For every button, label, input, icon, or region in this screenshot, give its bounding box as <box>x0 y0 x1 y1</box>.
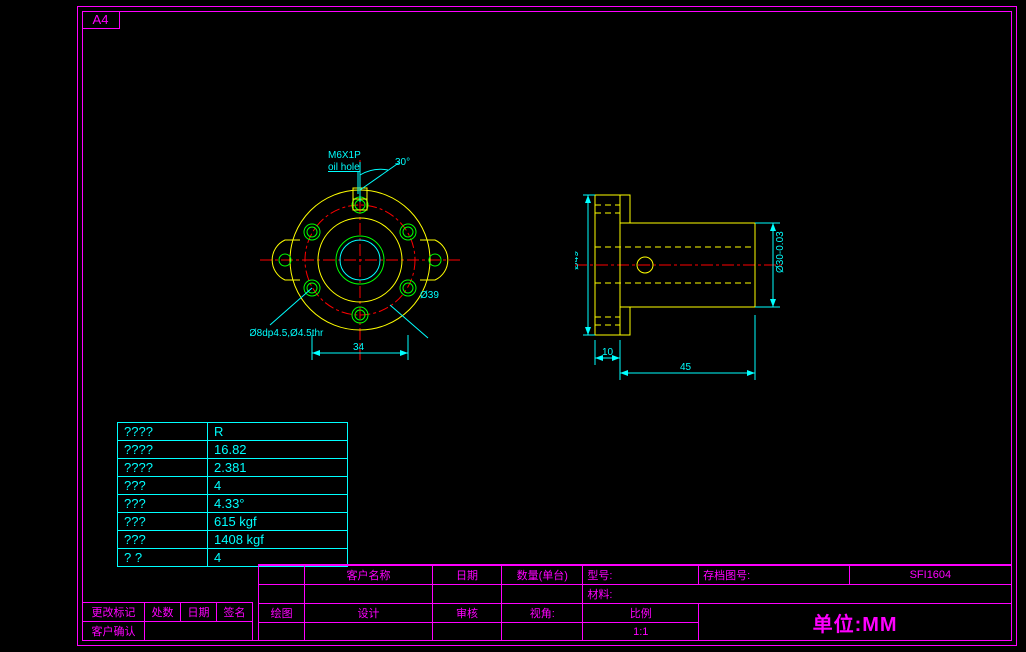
qty-label: 数量(单台) <box>502 566 583 585</box>
customer-name-label: 客户名称 <box>305 566 432 585</box>
scale-label: 比例 <box>583 604 699 623</box>
scale-value: 1:1 <box>583 623 699 641</box>
archive-value: SFI1604 <box>849 566 1011 585</box>
side-dia-49: Ø49 <box>575 251 581 270</box>
table-row: ???1408 kgf <box>118 531 348 549</box>
oil-hole-thread: M6X1P <box>328 150 361 161</box>
table-row: ????16.82 <box>118 441 348 459</box>
angle-dim: 30° <box>395 157 410 168</box>
pcd-dim: Ø39 <box>420 290 439 301</box>
rev-mark-label: 更改标记 <box>83 603 145 622</box>
spec-table: ????R ????16.82 ????2.381 ???4 ???4.33° … <box>117 422 348 567</box>
draw-label: 绘图 <box>259 604 305 623</box>
paper-size: A4 <box>82 11 120 29</box>
side-dia-30: Ø30-0.03 <box>775 231 786 273</box>
model-label: 型号: <box>583 566 699 585</box>
oil-hole-label: oil hole <box>328 162 360 173</box>
side-view: Ø49 Ø30-0.03 10 45 <box>575 165 855 395</box>
cust-confirm-label: 客户确认 <box>83 622 145 641</box>
date-label: 日期 <box>432 566 502 585</box>
rev-loc-label: 处数 <box>145 603 181 622</box>
front-width-dim: 34 <box>353 342 365 353</box>
revision-block: 更改标记 处数 日期 签名 客户确认 <box>82 602 253 641</box>
table-row: ????R <box>118 423 348 441</box>
side-dim-10: 10 <box>602 347 614 358</box>
front-view: 30° M6X1P oil hole Ø39 6-Ø8dp4.5,Ø4.5thr… <box>250 150 510 390</box>
design-label: 设计 <box>305 604 432 623</box>
table-row: ????2.381 <box>118 459 348 477</box>
title-block: 客户名称 日期 数量(单台) 型号: 存档图号: SFI1604 材料: 绘图 … <box>258 564 1012 641</box>
archive-label: 存档图号: <box>699 566 850 585</box>
side-dim-45: 45 <box>680 362 692 373</box>
bolt-pattern: 6-Ø8dp4.5,Ø4.5thr <box>250 328 324 339</box>
unit-label: 单位:MM <box>813 614 898 636</box>
table-row: ???4.33° <box>118 495 348 513</box>
table-row: ???615 kgf <box>118 513 348 531</box>
check-label: 审核 <box>432 604 502 623</box>
table-row: ???4 <box>118 477 348 495</box>
rev-date-label: 日期 <box>181 603 217 622</box>
rev-sign-label: 签名 <box>217 603 253 622</box>
material-label: 材料: <box>583 585 1012 604</box>
view-label: 视角: <box>502 604 583 623</box>
